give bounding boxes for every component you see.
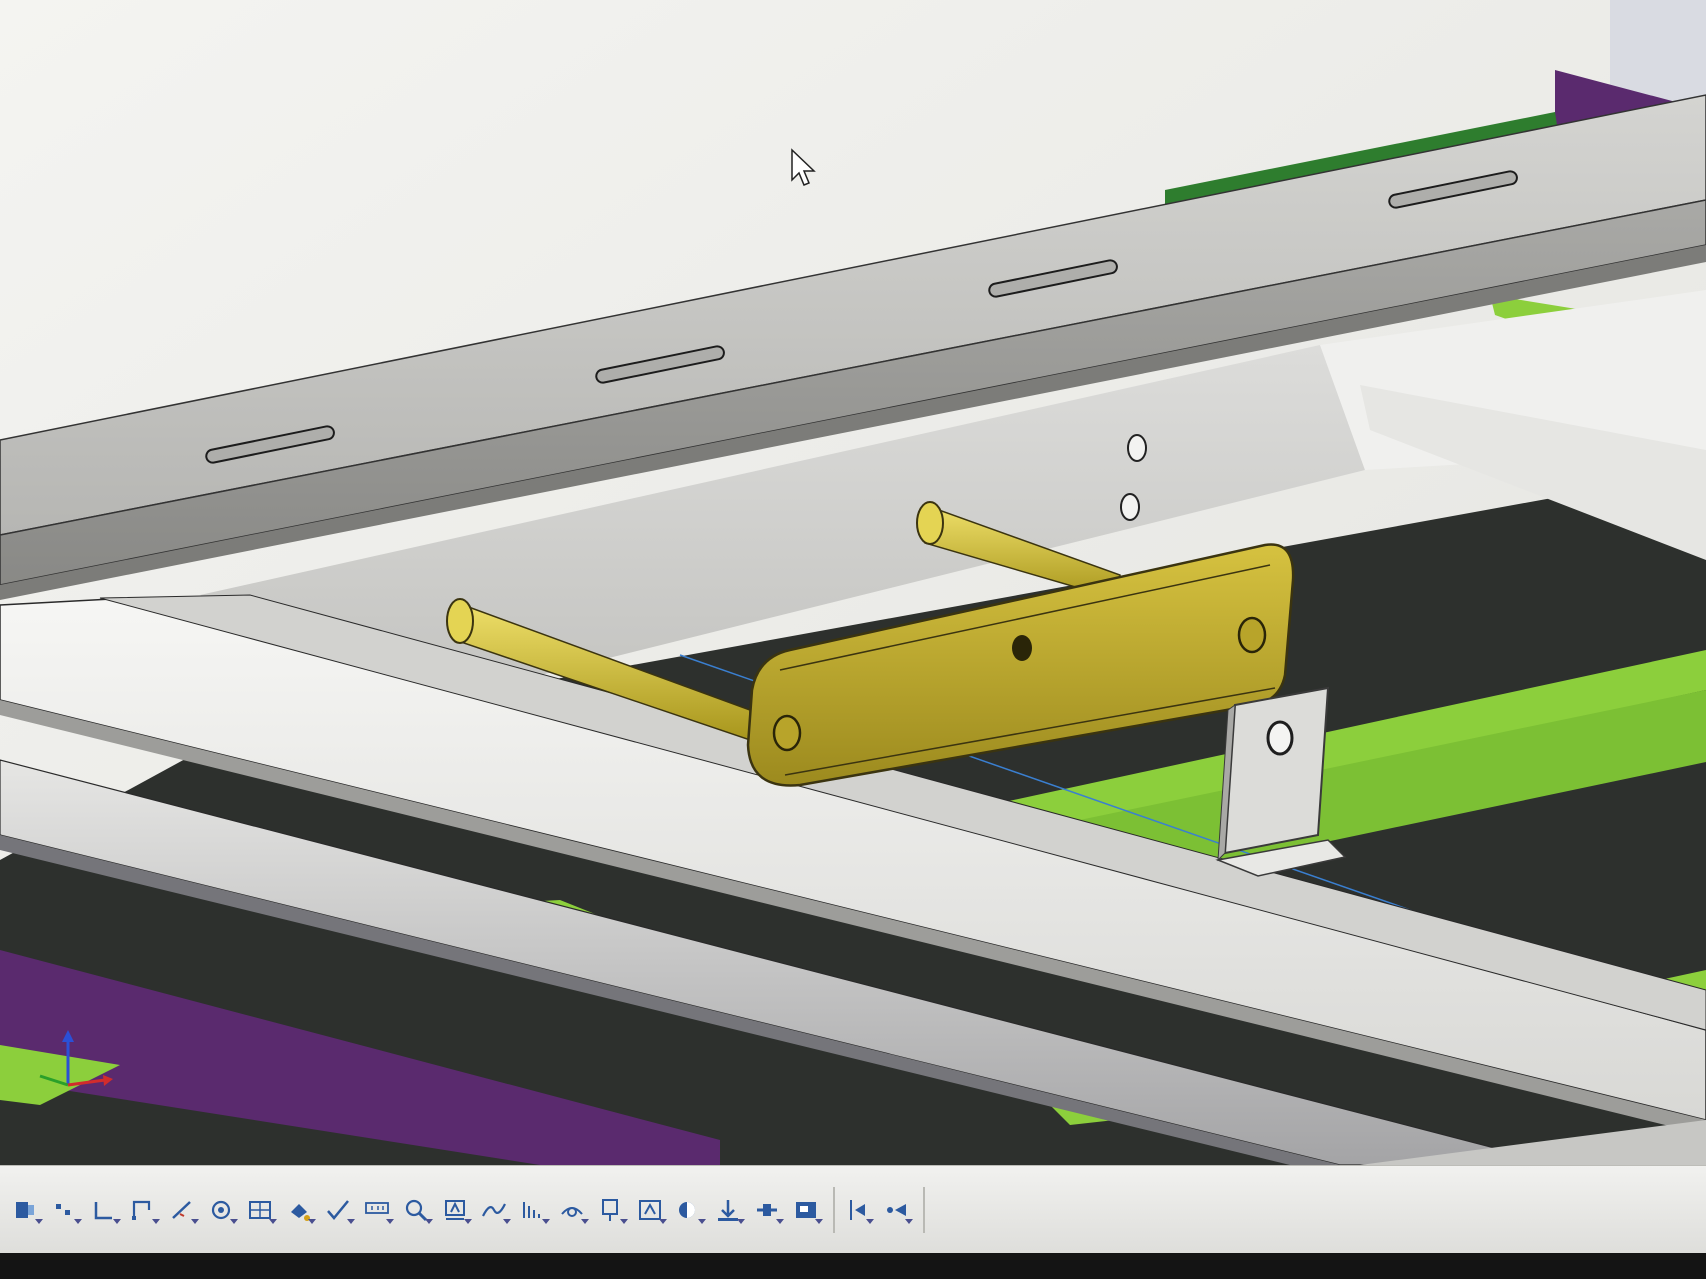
curve-tool-button[interactable]	[476, 1188, 512, 1232]
move-tool-button[interactable]	[878, 1188, 914, 1232]
chevron-down-icon[interactable]	[620, 1218, 628, 1224]
zoom-tool-button[interactable]	[398, 1188, 434, 1232]
chevron-down-icon[interactable]	[113, 1218, 121, 1224]
chevron-down-icon[interactable]	[737, 1218, 745, 1224]
chevron-down-icon[interactable]	[581, 1218, 589, 1224]
flip-tool-button[interactable]	[839, 1188, 875, 1232]
chevron-down-icon[interactable]	[464, 1218, 472, 1224]
chevron-down-icon[interactable]	[347, 1218, 355, 1224]
insert-component-tool-button[interactable]	[710, 1188, 746, 1232]
bracket-hole-left	[772, 714, 802, 752]
hatch-tool-button[interactable]	[515, 1188, 551, 1232]
toolbar-separator	[923, 1186, 925, 1233]
chevron-down-icon[interactable]	[776, 1218, 784, 1224]
graphics-viewport[interactable]	[0, 0, 1706, 1165]
chevron-down-icon[interactable]	[35, 1218, 43, 1224]
chevron-down-icon[interactable]	[698, 1218, 706, 1224]
chevron-down-icon[interactable]	[503, 1218, 511, 1224]
chevron-down-icon[interactable]	[74, 1218, 82, 1224]
chevron-down-icon[interactable]	[659, 1218, 667, 1224]
chevron-down-icon[interactable]	[308, 1218, 316, 1224]
annotation-tool-button[interactable]	[437, 1188, 473, 1232]
view-orient-tool-button[interactable]	[554, 1188, 590, 1232]
corner-box-tool-button[interactable]	[86, 1188, 122, 1232]
angle-bracket-hole	[1266, 720, 1294, 756]
block-tool-button[interactable]	[632, 1188, 668, 1232]
checkmark-tool-button[interactable]	[320, 1188, 356, 1232]
chevron-down-icon[interactable]	[269, 1218, 277, 1224]
section-view-tool-button[interactable]	[593, 1188, 629, 1232]
bracket-hole-right	[1237, 616, 1267, 654]
chevron-down-icon[interactable]	[191, 1218, 199, 1224]
web-hole-lower	[1120, 493, 1140, 521]
chevron-down-icon[interactable]	[542, 1218, 550, 1224]
fill-tool-button[interactable]	[281, 1188, 317, 1232]
chevron-down-icon[interactable]	[905, 1218, 913, 1224]
bracket-hole-center	[1012, 635, 1032, 661]
toolbar-separator	[833, 1186, 835, 1233]
smart-dimension-tool-button[interactable]	[242, 1188, 278, 1232]
mate-tool-button[interactable]	[749, 1188, 785, 1232]
datum-tool-button[interactable]	[359, 1188, 395, 1232]
display-style-tool-button[interactable]	[671, 1188, 707, 1232]
chevron-down-icon[interactable]	[230, 1218, 238, 1224]
target-tool-button[interactable]	[203, 1188, 239, 1232]
web-hole-upper	[1127, 434, 1147, 462]
point-tool-button[interactable]	[47, 1188, 83, 1232]
cad-application-window	[0, 0, 1706, 1279]
edit-component-tool-button[interactable]	[8, 1188, 44, 1232]
assembly-tool-button[interactable]	[788, 1188, 824, 1232]
chevron-down-icon[interactable]	[425, 1218, 433, 1224]
chevron-down-icon[interactable]	[866, 1218, 874, 1224]
line-tool-button[interactable]	[164, 1188, 200, 1232]
polyline-tool-button[interactable]	[125, 1188, 161, 1232]
screen-bezel	[0, 1253, 1706, 1279]
command-toolbar	[0, 1165, 1706, 1253]
chevron-down-icon[interactable]	[815, 1218, 823, 1224]
chevron-down-icon[interactable]	[386, 1218, 394, 1224]
chevron-down-icon[interactable]	[152, 1218, 160, 1224]
